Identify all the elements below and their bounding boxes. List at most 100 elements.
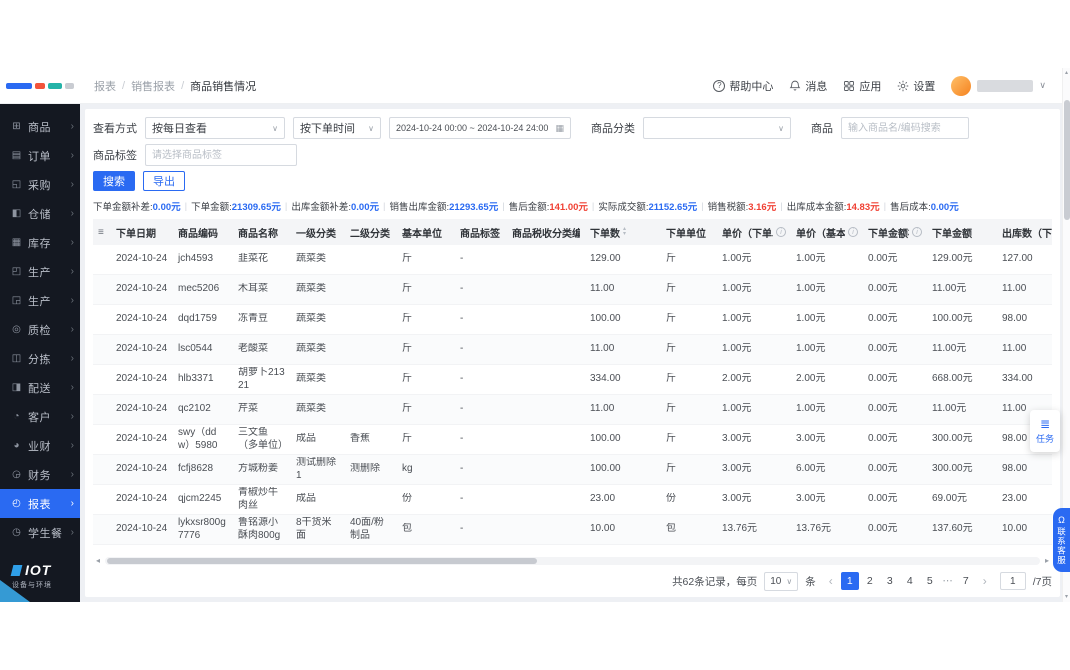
scroll-down-icon[interactable]: ▾ xyxy=(1065,592,1068,602)
table-cell: 2.00元 xyxy=(717,373,791,386)
table-row[interactable]: 2024-10-24mec5206木耳菜蔬菜类斤-11.00斤1.00元1.00… xyxy=(93,275,1052,305)
date-range-picker[interactable]: 2024-10-24 00:00 ~ 2024-10-24 24:00 ▦ xyxy=(389,117,571,139)
logo-bar xyxy=(48,83,62,89)
stat-value: 21152.65元 xyxy=(649,199,698,213)
view-mode-select[interactable]: 按每日查看 ∨ xyxy=(145,117,285,139)
page-button-3[interactable]: 3 xyxy=(881,572,899,590)
user-menu[interactable]: ∨ xyxy=(951,76,1046,96)
sidebar-item-sorting[interactable]: ◫分拣› xyxy=(0,344,80,373)
table-row[interactable]: 2024-10-24jch4593韭菜花蔬菜类斤-129.00斤1.00元1.0… xyxy=(93,245,1052,275)
table-cell: 11.00 xyxy=(585,343,661,356)
table-zone: ≡下单日期商品编码商品名称一级分类二级分类基本单位商品标签商品税收分类编码下单数… xyxy=(93,219,1052,554)
table-row[interactable]: 2024-10-24lykxsr800g7776鲁铭源小酥肉800g8干货米面4… xyxy=(93,515,1052,545)
table-row[interactable]: 2024-10-24fcfj8628方城粉姜测试删除1测删除kg-100.00斤… xyxy=(93,455,1052,485)
stat-divider: | xyxy=(502,201,504,212)
time-field-select[interactable]: 按下单时间 ∨ xyxy=(293,117,381,139)
page-button-2[interactable]: 2 xyxy=(861,572,879,590)
column-header[interactable]: 商品名称 xyxy=(233,219,291,245)
sidebar-item-inventory[interactable]: ▦库存› xyxy=(0,228,80,257)
contact-support-widget[interactable]: Ω 联系客服 xyxy=(1053,508,1070,572)
table-cell: 2024-10-24 xyxy=(111,523,173,536)
messages-button[interactable]: 消息 xyxy=(789,78,827,94)
column-header[interactable]: 下单单位 xyxy=(661,219,717,245)
breadcrumb-item-reports[interactable]: 报表 xyxy=(94,78,116,94)
table-row[interactable]: 2024-10-24dqd1759冻青豆蔬菜类斤-100.00斤1.00元1.0… xyxy=(93,305,1052,335)
column-header[interactable]: 商品税收分类编码 xyxy=(507,219,585,245)
page-button-1[interactable]: 1 xyxy=(841,572,859,590)
column-header[interactable]: 单价（下单单位）i xyxy=(717,219,791,245)
sidebar-item-purchasing[interactable]: ◱采购› xyxy=(0,170,80,199)
export-button[interactable]: 导出 xyxy=(143,171,185,191)
info-icon[interactable]: i xyxy=(848,227,858,237)
sort-icons[interactable]: ▴▾ xyxy=(623,227,626,237)
sidebar-item-student-meals[interactable]: ◷学生餐› xyxy=(0,518,80,547)
sidebar-item-production[interactable]: ◰生产› xyxy=(0,257,80,286)
help-center-button[interactable]: ? 帮助中心 xyxy=(713,78,773,94)
column-header[interactable]: 商品标签 xyxy=(455,219,507,245)
chevron-right-icon: › xyxy=(71,411,74,422)
sidebar-item-finance[interactable]: ◶财务› xyxy=(0,460,80,489)
scroll-right-icon[interactable]: ▸ xyxy=(1042,556,1052,566)
hscroll-track[interactable] xyxy=(105,557,1040,565)
sidebar-item-label: 库存 xyxy=(28,235,71,251)
column-header[interactable]: 下单数▴▾ xyxy=(585,219,661,245)
next-page-button[interactable]: › xyxy=(977,572,993,590)
horizontal-scrollbar[interactable]: ◂ ▸ xyxy=(93,556,1052,566)
sidebar-item-orders[interactable]: ▤订单› xyxy=(0,141,80,170)
sidebar-item-quality[interactable]: ◎质检› xyxy=(0,315,80,344)
table-row[interactable]: 2024-10-24qjcm2245青椒炒牛肉丝成品份-23.00份3.00元3… xyxy=(93,485,1052,515)
page-size-select[interactable]: 10 ∨ xyxy=(764,572,798,591)
table-row[interactable]: 2024-10-24qc2102芹菜蔬菜类斤-11.00斤1.00元1.00元0… xyxy=(93,395,1052,425)
column-header[interactable]: 下单金额 xyxy=(927,219,997,245)
prev-page-button[interactable]: ‹ xyxy=(823,572,839,590)
table-row[interactable]: 2024-10-24swy（ddw）5980三文鱼（多单位）成品香蕉斤-100.… xyxy=(93,425,1052,455)
tag-input[interactable] xyxy=(145,144,297,166)
vscroll-thumb[interactable] xyxy=(1064,100,1070,220)
scroll-up-icon[interactable]: ▴ xyxy=(1065,68,1068,78)
column-header[interactable]: 基本单位 xyxy=(397,219,455,245)
info-icon[interactable]: i xyxy=(912,227,922,237)
column-header[interactable]: 下单金额补差i xyxy=(863,219,927,245)
column-header[interactable]: 二级分类 xyxy=(345,219,397,245)
column-header[interactable]: 单价（基本单位）i xyxy=(791,219,863,245)
column-header[interactable]: 商品编码 xyxy=(173,219,233,245)
task-widget[interactable]: ≣ 任务 xyxy=(1030,410,1060,452)
page-button-7[interactable]: 7 xyxy=(957,572,975,590)
column-header[interactable]: 下单日期 xyxy=(111,219,173,245)
hscroll-thumb[interactable] xyxy=(107,558,537,564)
search-button[interactable]: 搜索 xyxy=(93,171,135,191)
apps-button[interactable]: 应用 xyxy=(843,78,881,94)
sidebar-item-customers[interactable]: ◔客户› xyxy=(0,402,80,431)
settings-button[interactable]: 设置 xyxy=(897,78,935,94)
sidebar-item-reports[interactable]: ◴报表› xyxy=(0,489,80,518)
stat-item: 出库成本金额: 14.83元 xyxy=(787,199,880,213)
table-cell: 1.00元 xyxy=(791,403,863,416)
column-header[interactable]: 出库数（下单单位） xyxy=(997,219,1052,245)
page-button-5[interactable]: 5 xyxy=(921,572,939,590)
table-row[interactable]: 2024-10-24hlb3371胡萝卜21321蔬菜类斤-334.00斤2.0… xyxy=(93,365,1052,395)
column-header[interactable]: 一级分类 xyxy=(291,219,345,245)
sidebar-item-production-2[interactable]: ◲生产› xyxy=(0,286,80,315)
info-icon[interactable]: i xyxy=(776,227,786,237)
page-jump-input[interactable]: 1 xyxy=(1000,572,1026,590)
products-icon: ⊞ xyxy=(10,121,23,132)
sidebar-item-business-finance[interactable]: ◕业财› xyxy=(0,431,80,460)
product-search-input[interactable] xyxy=(841,117,969,139)
table-cell: 2024-10-24 xyxy=(111,373,173,386)
table-cell: 100.00 xyxy=(585,433,661,446)
breadcrumb-item-sales-reports[interactable]: 销售报表 xyxy=(131,78,175,94)
page-size-value: 10 xyxy=(770,576,781,587)
gear-icon xyxy=(897,80,909,92)
purchasing-icon: ◱ xyxy=(10,179,23,190)
sidebar-item-products[interactable]: ⊞商品› xyxy=(0,112,80,141)
stat-label: 售后成本: xyxy=(890,199,931,213)
table-row[interactable]: 2024-10-24lsc0544老酸菜蔬菜类斤-11.00斤1.00元1.00… xyxy=(93,335,1052,365)
sidebar-item-warehouse[interactable]: ◧仓储› xyxy=(0,199,80,228)
inventory-icon: ▦ xyxy=(10,237,23,248)
column-settings-icon[interactable]: ≡ xyxy=(93,219,111,245)
page-button-4[interactable]: 4 xyxy=(901,572,919,590)
category-select[interactable]: ∨ xyxy=(643,117,791,139)
scroll-left-icon[interactable]: ◂ xyxy=(93,556,103,566)
table-cell: 2024-10-24 xyxy=(111,403,173,416)
sidebar-item-delivery[interactable]: ◨配送› xyxy=(0,373,80,402)
